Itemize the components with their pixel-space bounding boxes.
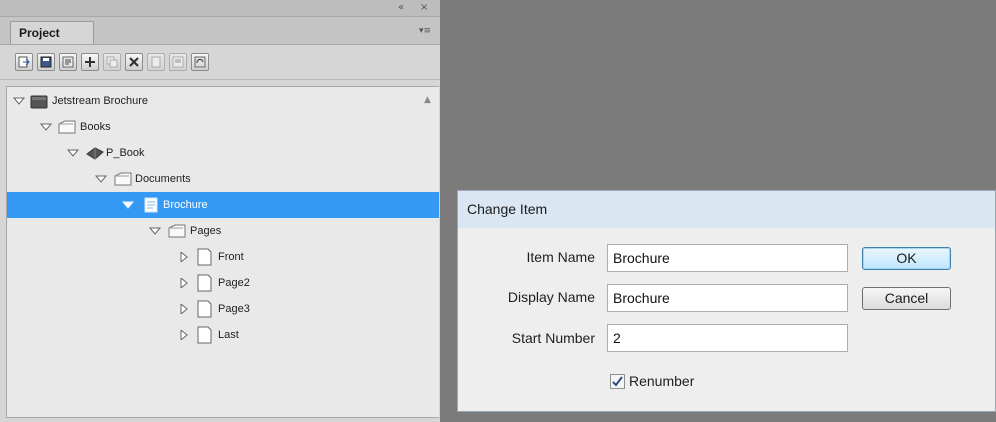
collapsed-arrow-icon[interactable] (178, 304, 190, 314)
start-number-field[interactable]: 2 (607, 324, 848, 352)
collapsed-arrow-icon[interactable] (178, 278, 190, 288)
panel-tab-row: Project ▾≡ (0, 17, 440, 45)
save-icon[interactable] (37, 53, 55, 71)
item-name-label: Item Name (526, 249, 595, 265)
collapsed-arrow-icon[interactable] (178, 330, 190, 340)
page-icon (197, 274, 212, 292)
folder-icon (58, 120, 76, 134)
page-icon (197, 326, 212, 344)
tree-item-label: Last (218, 329, 239, 341)
expanded-arrow-icon[interactable] (67, 148, 79, 158)
duplicate-icon[interactable] (103, 53, 121, 71)
tree-item-label: P_Book (106, 147, 145, 159)
ok-button[interactable]: OK (862, 247, 951, 270)
expanded-arrow-icon[interactable] (122, 200, 134, 210)
panel-title-bar: « × (0, 0, 440, 17)
tree-item-label: Documents (135, 173, 191, 185)
tab-project[interactable]: Project (10, 21, 94, 44)
folder-icon (168, 224, 186, 238)
expanded-arrow-icon[interactable] (95, 174, 107, 184)
project-tree[interactable]: ▲ Jetstream Brochure Books P_Book Docume… (6, 86, 439, 418)
tree-item-label: Pages (190, 225, 222, 237)
expanded-arrow-icon[interactable] (40, 122, 52, 132)
tree-item-page3[interactable]: Page3 (7, 296, 439, 322)
tree-item-label: Jetstream Brochure (52, 95, 148, 107)
expanded-arrow-icon[interactable] (13, 96, 25, 106)
project-icon (30, 95, 48, 109)
properties-icon[interactable] (59, 53, 77, 71)
collapsed-arrow-icon[interactable] (178, 252, 190, 262)
tree-item-p-book[interactable]: P_Book (7, 140, 439, 166)
tree-item-brochure[interactable]: Brochure (7, 192, 439, 218)
renumber-label: Renumber (629, 373, 695, 389)
tree-item-label: Page3 (218, 303, 250, 315)
panel-toolbar (0, 45, 440, 80)
project-panel: « × Project ▾≡ ▲ Jetstream Brochure Book… (0, 0, 440, 422)
display-name-label: Display Name (507, 289, 595, 305)
tree-item-label: Brochure (163, 199, 208, 211)
tree-item-page2[interactable]: Page2 (7, 270, 439, 296)
delete-icon[interactable] (125, 53, 143, 71)
dialog-title: Change Item (458, 191, 995, 228)
close-icon[interactable]: × (420, 1, 428, 15)
item-name-field[interactable]: Brochure (607, 244, 848, 272)
sync-icon[interactable] (191, 53, 209, 71)
tree-item-last[interactable]: Last (7, 322, 439, 348)
layout-icon[interactable] (169, 53, 187, 71)
collapse-icon[interactable]: « (398, 1, 404, 15)
checkmark-icon (612, 376, 623, 387)
tree-item-books[interactable]: Books (7, 114, 439, 140)
tree-item-label: Front (218, 251, 244, 263)
page-icon (197, 300, 212, 318)
tree-item-pages[interactable]: Pages (7, 218, 439, 244)
tree-item-jetstream-brochure[interactable]: Jetstream Brochure (7, 88, 439, 114)
expanded-arrow-icon[interactable] (149, 226, 161, 236)
panel-menu-icon[interactable]: ▾≡ (419, 26, 431, 36)
book-icon (86, 147, 104, 160)
tree-item-documents[interactable]: Documents (7, 166, 439, 192)
cancel-button[interactable]: Cancel (862, 287, 951, 310)
tree-item-front[interactable]: Front (7, 244, 439, 270)
folder-icon (114, 172, 132, 186)
document-icon (144, 197, 158, 213)
new-page-icon[interactable] (147, 53, 165, 71)
add-icon[interactable] (81, 53, 99, 71)
start-number-label: Start Number (511, 330, 595, 346)
import-icon[interactable] (15, 53, 33, 71)
display-name-field[interactable]: Brochure (607, 284, 848, 312)
tree-item-label: Page2 (218, 277, 250, 289)
renumber-checkbox[interactable] (610, 374, 625, 389)
change-item-dialog: Change Item Item Name Brochure Display N… (457, 190, 996, 412)
tree-item-label: Books (80, 121, 111, 133)
page-icon (197, 248, 212, 266)
